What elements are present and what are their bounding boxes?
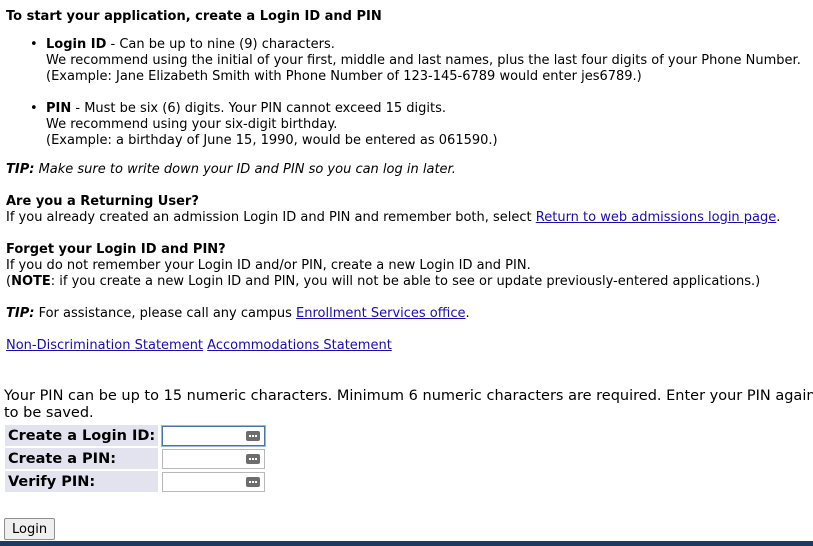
forget-title: Forget your Login ID and PIN? bbox=[6, 242, 226, 257]
pin-desc: - Must be six (6) digits. Your PIN canno… bbox=[71, 101, 447, 116]
login-id-row: Create a Login ID: bbox=[5, 425, 266, 446]
verify-pin-row: Verify PIN: bbox=[5, 471, 266, 492]
login-id-term: Login ID bbox=[46, 37, 107, 52]
pin-requirements-note: Your PIN can be up to 15 numeric charact… bbox=[4, 388, 813, 421]
password-manager-key-icon[interactable] bbox=[246, 476, 261, 487]
login-id-recommendation: We recommend using the initial of your f… bbox=[46, 53, 801, 68]
tip-assistance: TIP: For assistance, please call any cam… bbox=[6, 306, 470, 322]
pin-term: PIN bbox=[46, 101, 72, 116]
tip-label: TIP: bbox=[6, 162, 35, 177]
tip-assist-text: For assistance, please call any campus bbox=[34, 306, 297, 321]
login-id-input[interactable] bbox=[162, 425, 266, 446]
login-form: Create a Login ID: Create a PIN: Verify … bbox=[3, 423, 267, 494]
login-id-label: Create a Login ID: bbox=[5, 425, 159, 446]
returning-user-text: If you already created an admission Logi… bbox=[6, 210, 536, 225]
password-manager-key-icon[interactable] bbox=[246, 453, 261, 464]
password-manager-key-icon[interactable] bbox=[246, 430, 261, 441]
instruction-list: • Login ID - Can be up to nine (9) chara… bbox=[0, 37, 813, 149]
accommodations-link[interactable]: Accommodations Statement bbox=[207, 338, 392, 353]
page-heading: To start your application, create a Logi… bbox=[6, 9, 382, 24]
login-id-desc: - Can be up to nine (9) characters. bbox=[106, 37, 335, 52]
bottom-bar bbox=[0, 541, 813, 546]
statement-links: Non-Discrimination Statement Accommodati… bbox=[6, 338, 392, 354]
verify-pin-input[interactable] bbox=[162, 471, 266, 492]
bullet-icon: • bbox=[30, 101, 38, 116]
tip-label: TIP: bbox=[6, 306, 35, 321]
pin-label: Create a PIN: bbox=[5, 448, 159, 469]
pin-row: Create a PIN: bbox=[5, 448, 266, 469]
period: . bbox=[465, 306, 470, 321]
login-id-example: (Example: Jane Elizabeth Smith with Phon… bbox=[46, 69, 642, 84]
period: . bbox=[776, 210, 781, 225]
tip-write-down: TIP: Make sure to write down your ID and… bbox=[6, 162, 456, 178]
login-id-item: • Login ID - Can be up to nine (9) chara… bbox=[0, 37, 813, 85]
forget-text: If you do not remember your Login ID and… bbox=[6, 258, 531, 273]
non-discrimination-link[interactable]: Non-Discrimination Statement bbox=[6, 338, 203, 353]
pin-recommendation: We recommend using your six-digit birthd… bbox=[46, 117, 338, 132]
note-text: : if you create a new Login ID and PIN, … bbox=[50, 274, 761, 289]
return-login-link[interactable]: Return to web admissions login page bbox=[536, 210, 777, 225]
tip-text: Make sure to write down your ID and PIN … bbox=[34, 162, 456, 177]
enrollment-services-link[interactable]: Enrollment Services office bbox=[296, 306, 465, 321]
forget-section: Forget your Login ID and PIN? If you do … bbox=[6, 242, 760, 290]
pin-item: • PIN - Must be six (6) digits. Your PIN… bbox=[0, 101, 813, 149]
pin-input[interactable] bbox=[162, 448, 266, 469]
pin-example: (Example: a birthday of June 15, 1990, w… bbox=[46, 133, 498, 148]
verify-pin-label: Verify PIN: bbox=[5, 471, 159, 492]
bullet-icon: • bbox=[30, 37, 38, 52]
returning-user-title: Are you a Returning User? bbox=[6, 194, 199, 209]
note-label: NOTE bbox=[11, 274, 51, 289]
returning-user-section: Are you a Returning User? If you already… bbox=[6, 194, 780, 226]
login-button[interactable]: Login bbox=[4, 518, 56, 540]
